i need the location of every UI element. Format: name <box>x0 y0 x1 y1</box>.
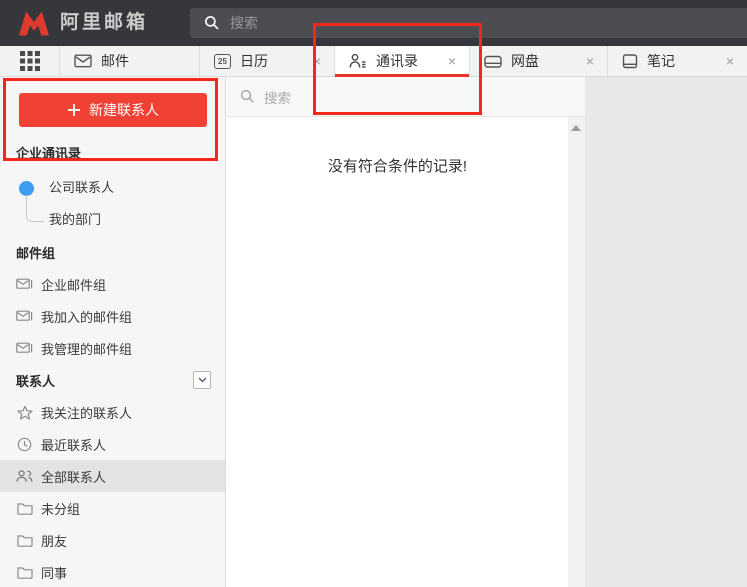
enterprise-directory-heading: 企业通讯录 <box>16 140 81 168</box>
people-icon <box>16 468 33 485</box>
sidebar-item-company-contacts[interactable]: 公司联系人 <box>49 174 114 202</box>
sidebar-item-recent-contacts[interactable]: 最近联系人 <box>0 428 225 460</box>
folder-icon <box>16 564 33 581</box>
vertical-scrollbar[interactable] <box>568 117 585 587</box>
sidebar-item-managed-mail-groups[interactable]: 我管理的邮件组 <box>0 332 225 364</box>
item-label: 未分组 <box>41 499 80 518</box>
item-label: 我关注的联系人 <box>41 403 132 422</box>
contacts-search-placeholder: 搜索 <box>264 87 291 107</box>
close-icon[interactable]: × <box>310 54 324 68</box>
tab-label: 通讯录 <box>376 51 418 71</box>
sidebar-list: 邮件组 企业邮件组 我加入的邮件组 <box>0 236 225 587</box>
tab-drive[interactable]: 网盘 × <box>470 46 608 76</box>
sidebar-item-friends[interactable]: 朋友 <box>0 524 225 556</box>
alimail-logo-icon <box>18 10 50 36</box>
item-label: 朋友 <box>41 531 67 550</box>
tab-label: 网盘 <box>511 51 539 71</box>
item-label: 最近联系人 <box>41 435 106 454</box>
tab-label: 邮件 <box>101 51 129 71</box>
chevron-down-icon <box>197 376 208 384</box>
empty-state-message: 没有符合条件的记录! <box>227 155 568 176</box>
tab-mail[interactable]: 邮件 <box>60 46 200 76</box>
contacts-heading: 联系人 <box>0 364 225 396</box>
calendar-icon: 25 <box>214 54 231 69</box>
item-label: 我加入的邮件组 <box>41 307 132 326</box>
grid-icon <box>19 50 41 72</box>
item-label: 全部联系人 <box>41 467 106 486</box>
tab-calendar[interactable]: 25 日历 × <box>200 46 335 76</box>
mail-group-icon <box>16 340 33 357</box>
folder-icon <box>16 500 33 517</box>
close-icon[interactable]: × <box>583 54 597 68</box>
notebook-icon <box>622 54 638 69</box>
drive-icon <box>484 54 502 69</box>
close-icon[interactable]: × <box>445 54 459 68</box>
app-window: 阿里邮箱 搜索 <box>0 0 747 587</box>
clock-icon <box>16 436 33 453</box>
tab-label: 日历 <box>240 51 268 71</box>
brand-title: 阿里邮箱 <box>60 0 148 46</box>
folder-icon <box>16 532 33 549</box>
close-icon[interactable]: × <box>723 54 737 68</box>
star-icon <box>16 404 33 421</box>
item-label: 我管理的邮件组 <box>41 339 132 358</box>
contacts-list-area: 没有符合条件的记录! <box>227 117 585 587</box>
item-label: 企业邮件组 <box>41 275 106 294</box>
detail-panel-empty <box>585 77 747 587</box>
search-icon <box>240 89 255 104</box>
tab-notes[interactable]: 笔记 × <box>608 46 747 76</box>
mail-groups-heading: 邮件组 <box>0 236 225 268</box>
calendar-badge: 25 <box>214 54 231 69</box>
sidebar-item-starred-contacts[interactable]: 我关注的联系人 <box>0 396 225 428</box>
app-grid-button[interactable] <box>0 46 60 76</box>
collapse-toggle-button[interactable] <box>193 371 211 389</box>
global-search-input[interactable]: 搜索 <box>190 8 747 38</box>
search-icon <box>204 15 220 31</box>
new-contact-label: 新建联系人 <box>89 100 159 120</box>
sidebar-item-enterprise-mail-group[interactable]: 企业邮件组 <box>0 268 225 300</box>
sidebar: 新建联系人 企业通讯录 公司联系人 我的部门 邮件组 企业邮件组 <box>0 77 226 587</box>
contacts-search-input[interactable]: 搜索 <box>227 77 585 117</box>
tree-connector <box>26 195 44 222</box>
mail-group-icon <box>16 308 33 325</box>
envelope-icon <box>74 54 92 68</box>
mail-group-icon <box>16 276 33 293</box>
contact-card-icon <box>349 53 367 69</box>
tab-contacts[interactable]: 通讯录 × <box>335 46 470 76</box>
topbar: 阿里邮箱 搜索 <box>0 0 747 46</box>
sidebar-item-all-contacts[interactable]: 全部联系人 <box>0 460 225 492</box>
item-label: 同事 <box>41 563 67 582</box>
heading-label: 联系人 <box>16 371 55 390</box>
tab-label: 笔记 <box>647 51 675 71</box>
company-node-icon <box>19 181 34 196</box>
sidebar-item-joined-mail-groups[interactable]: 我加入的邮件组 <box>0 300 225 332</box>
sidebar-item-my-department[interactable]: 我的部门 <box>49 206 101 234</box>
new-contact-button[interactable]: 新建联系人 <box>19 93 207 127</box>
scroll-up-icon[interactable] <box>571 125 581 131</box>
tab-bar: 邮件 25 日历 × 通讯录 × <box>0 46 747 77</box>
global-search-placeholder: 搜索 <box>230 13 258 33</box>
sidebar-item-ungrouped[interactable]: 未分组 <box>0 492 225 524</box>
sidebar-item-colleagues[interactable]: 同事 <box>0 556 225 587</box>
plus-icon <box>67 103 81 117</box>
heading-label: 邮件组 <box>16 243 55 262</box>
